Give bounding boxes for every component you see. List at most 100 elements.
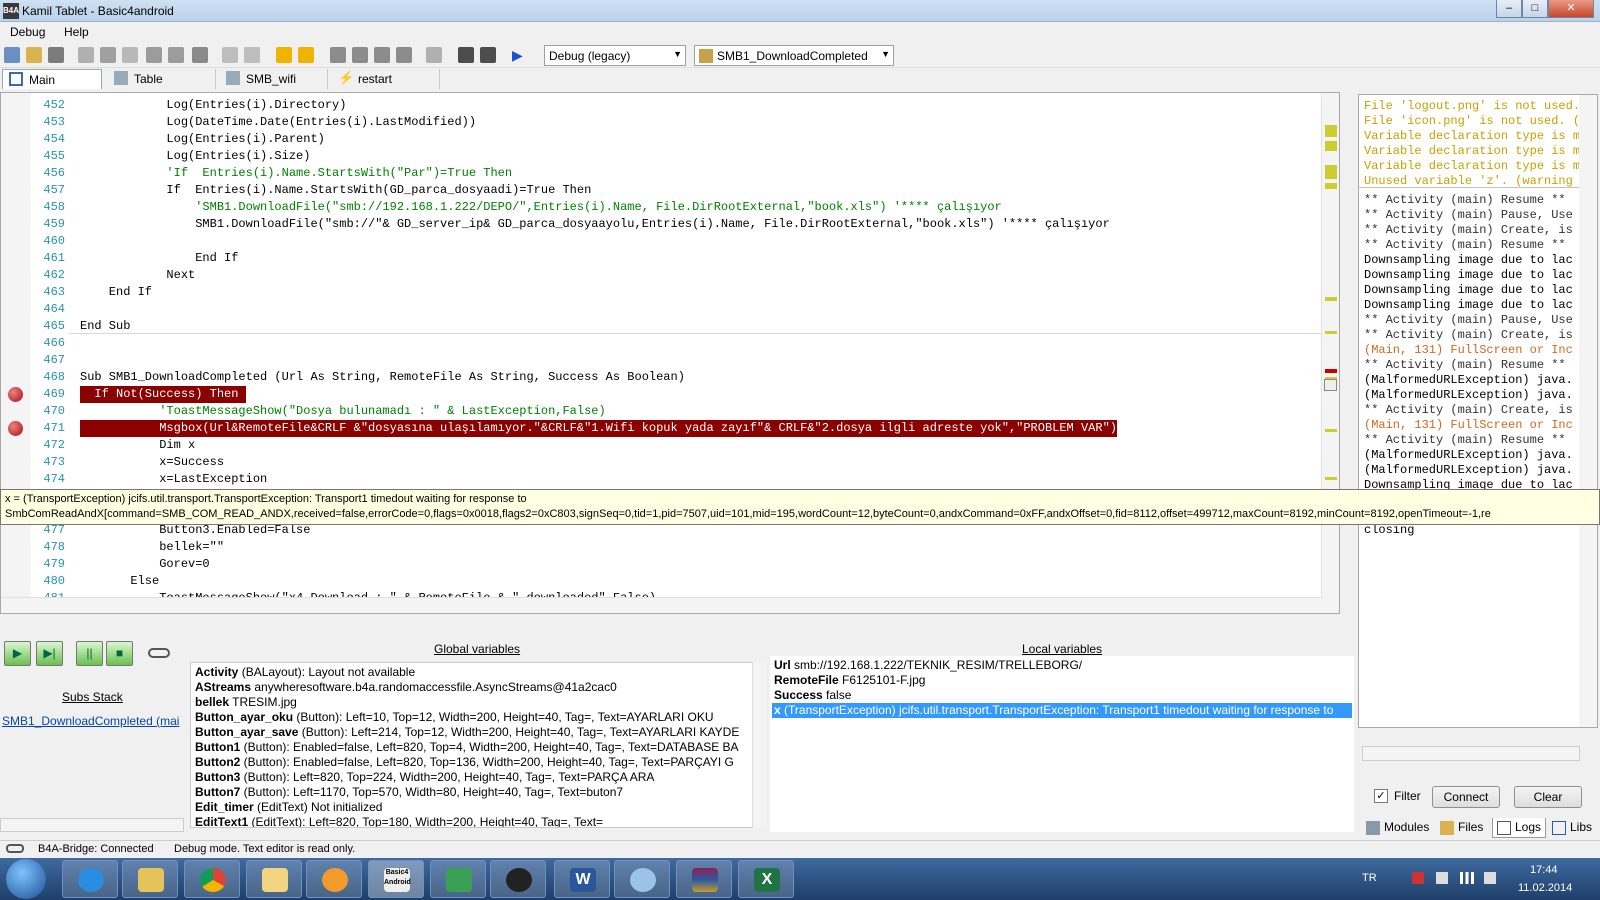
media-player-icon[interactable] xyxy=(306,860,362,898)
globals-scrollbar[interactable] xyxy=(752,662,766,828)
tab-logs[interactable]: Logs xyxy=(1492,818,1547,838)
input-language[interactable]: TR xyxy=(1362,872,1377,884)
logs-horizontal-scrollbar[interactable] xyxy=(1362,746,1580,761)
uncomment-block-icon[interactable] xyxy=(244,47,260,63)
local-variables-list[interactable]: Url smb://192.168.1.222/TEKNIK_RESIM/TRE… xyxy=(770,656,1354,832)
global-variable-row[interactable]: Button_ayar_save (Button): Left=214, Top… xyxy=(195,725,739,740)
copy-icon[interactable] xyxy=(78,47,94,63)
word-icon[interactable]: W xyxy=(554,860,610,898)
global-variable-row[interactable]: Button2 (Button): Enabled=false, Left=82… xyxy=(195,755,734,770)
warning-line[interactable]: File 'logout.png' is not used. xyxy=(1364,99,1580,114)
internet-explorer-icon[interactable] xyxy=(62,860,118,898)
redo-icon[interactable] xyxy=(168,47,184,63)
paint-icon[interactable] xyxy=(614,860,670,898)
next-bookmark-icon[interactable] xyxy=(352,47,368,63)
notepad-icon[interactable] xyxy=(246,860,302,898)
cut-icon[interactable] xyxy=(100,47,116,63)
subs-stack-item[interactable]: SMB1_DownloadCompleted (mai xyxy=(2,714,179,728)
global-variable-row[interactable]: Activity (BALayout): Layout not availabl… xyxy=(195,665,415,680)
editor-vertical-scrollbar[interactable] xyxy=(1321,93,1339,613)
warning-line[interactable]: Variable declaration type is mi xyxy=(1364,129,1587,144)
warning-line[interactable]: File 'icon.png' is not used. (w xyxy=(1364,114,1587,129)
global-variable-row[interactable]: Edit_timer (EditText) Not initialized xyxy=(195,800,382,815)
log-line: Downsampling image due to lac xyxy=(1364,283,1573,297)
tab-modules[interactable]: Modules xyxy=(1362,818,1433,838)
global-variable-row[interactable]: Button3 (Button): Left=820, Top=224, Wid… xyxy=(195,770,654,785)
back-arrow-icon[interactable] xyxy=(276,47,292,63)
clear-bookmarks-icon[interactable] xyxy=(396,47,412,63)
find-icon[interactable] xyxy=(192,47,208,63)
network-warning-icon[interactable] xyxy=(1412,872,1424,884)
bookmark-icon[interactable] xyxy=(330,47,346,63)
connect-button[interactable]: Connect xyxy=(1432,786,1500,808)
warning-line[interactable]: Variable declaration type is mi xyxy=(1364,144,1587,159)
outdent-icon[interactable] xyxy=(480,47,496,63)
local-variable-row[interactable]: Url smb://192.168.1.222/TEKNIK_RESIM/TRE… xyxy=(774,658,1082,673)
tab-restart[interactable]: ⚡ restart xyxy=(332,69,440,89)
global-variables-list[interactable]: Activity (BALayout): Layout not availabl… xyxy=(190,662,766,828)
warning-line[interactable]: Variable declaration type is mi xyxy=(1364,159,1587,174)
clock-date[interactable]: 11.02.2014 xyxy=(1518,882,1572,894)
prev-bookmark-icon[interactable] xyxy=(374,47,390,63)
maximize-button[interactable]: □ xyxy=(1522,0,1548,18)
code-editor[interactable]: 452 Log(Entries(i).Directory) 453 Log(Dat… xyxy=(0,92,1340,614)
editor-horizontal-scrollbar[interactable] xyxy=(1,597,1323,613)
build-mode-select[interactable]: Debug (legacy) ▼ xyxy=(544,45,686,66)
tab-table[interactable]: Table xyxy=(108,69,216,89)
paste-icon[interactable] xyxy=(122,47,138,63)
save-icon[interactable] xyxy=(48,47,64,63)
editor-gutter[interactable] xyxy=(1,93,31,613)
excel-icon[interactable]: X xyxy=(738,860,794,898)
pause-icon[interactable]: || xyxy=(76,641,103,666)
signal-icon[interactable] xyxy=(1460,872,1474,884)
bridge-link-icon[interactable] xyxy=(148,648,170,658)
volume-icon[interactable] xyxy=(1484,872,1496,884)
tab-main[interactable]: Main xyxy=(2,69,102,89)
chrome-icon[interactable] xyxy=(184,860,240,898)
run-icon[interactable]: ▶ xyxy=(512,47,528,63)
breakpoint-icon[interactable] xyxy=(8,421,23,436)
global-variable-row[interactable]: Button7 (Button): Left=1170, Top=570, Wi… xyxy=(195,785,623,800)
stop-icon[interactable]: ■ xyxy=(106,641,133,666)
clear-button[interactable]: Clear xyxy=(1514,786,1582,808)
local-variable-row[interactable]: RemoteFile F6125101-F.jpg xyxy=(774,673,925,688)
open-file-icon[interactable] xyxy=(26,47,42,63)
flag-icon[interactable] xyxy=(1436,872,1448,884)
scroll-thumb[interactable] xyxy=(1324,379,1337,391)
download-manager-icon[interactable] xyxy=(430,860,486,898)
tab-libs[interactable]: Libs xyxy=(1548,818,1596,838)
global-variable-row[interactable]: bellek TRESIM.jpg xyxy=(195,695,297,710)
menu-help[interactable]: Help xyxy=(64,25,89,39)
tab-smb-wifi[interactable]: SMB_wifi xyxy=(220,69,328,89)
spell-icon[interactable] xyxy=(426,47,442,63)
logs-vertical-scrollbar[interactable] xyxy=(1579,95,1597,727)
file-explorer-icon[interactable] xyxy=(122,860,178,898)
menu-debug[interactable]: Debug xyxy=(10,25,45,39)
clock-time[interactable]: 17:44 xyxy=(1530,864,1558,876)
tab-files[interactable]: Files xyxy=(1436,818,1487,838)
breakpoint-icon[interactable] xyxy=(8,387,23,402)
sub-navigation-select[interactable]: SMB1_DownloadCompleted ▼ xyxy=(694,45,894,66)
forward-arrow-icon[interactable] xyxy=(298,47,314,63)
step-over-icon[interactable]: ▶| xyxy=(36,641,63,666)
global-variable-row[interactable]: Button_ayar_oku (Button): Left=10, Top=1… xyxy=(195,710,714,725)
undo-icon[interactable] xyxy=(146,47,162,63)
global-variable-row[interactable]: EditText1 (EditText): Left=820, Top=180,… xyxy=(195,815,603,827)
close-button[interactable]: ✕ xyxy=(1548,0,1594,18)
comment-block-icon[interactable] xyxy=(222,47,238,63)
new-file-icon[interactable] xyxy=(4,47,20,63)
global-variable-row[interactable]: Button1 (Button): Enabled=false, Left=82… xyxy=(195,740,739,755)
global-variable-row[interactable]: AStreams anywheresoftware.b4a.randomacce… xyxy=(195,680,617,695)
minimize-button[interactable]: – xyxy=(1496,0,1522,18)
winrar-icon[interactable] xyxy=(676,860,732,898)
start-orb-icon[interactable] xyxy=(6,859,46,899)
android-tool-icon[interactable] xyxy=(490,860,546,898)
logs-panel[interactable]: File 'logout.png' is not used. File 'icon… xyxy=(1358,94,1598,728)
indent-icon[interactable] xyxy=(458,47,474,63)
local-variable-row[interactable]: x (TransportException) jcifs.util.transp… xyxy=(772,703,1352,718)
subs-stack-scrollbar[interactable] xyxy=(0,818,184,832)
local-variable-row[interactable]: Success false xyxy=(774,688,851,703)
basic4android-taskbar-button[interactable]: Basic4 Android xyxy=(368,860,424,898)
continue-icon[interactable]: ▶ xyxy=(4,641,31,666)
filter-checkbox[interactable]: ✓ xyxy=(1374,789,1388,803)
